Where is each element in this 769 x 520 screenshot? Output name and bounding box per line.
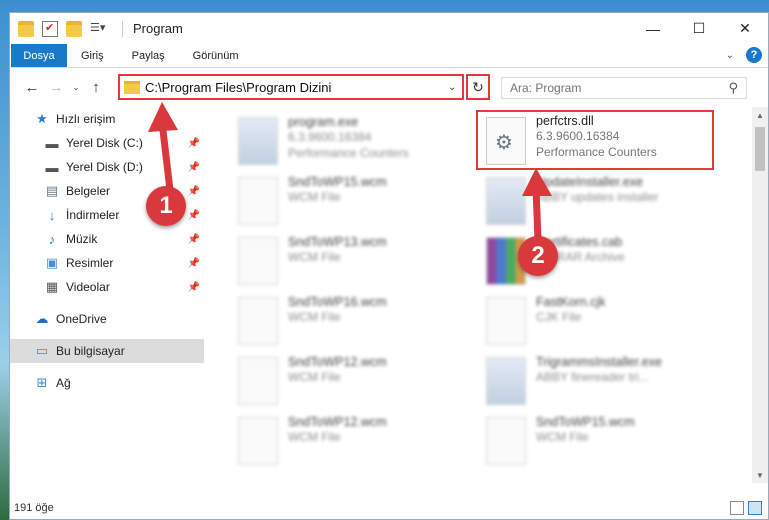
annotation-arrows — [148, 102, 552, 244]
step-1-badge: 1 — [146, 186, 186, 226]
arrow-2-head — [522, 168, 552, 196]
arrow-1-head — [148, 102, 178, 132]
step-2-badge: 2 — [518, 236, 558, 276]
arrow-1-shaft — [158, 118, 174, 194]
